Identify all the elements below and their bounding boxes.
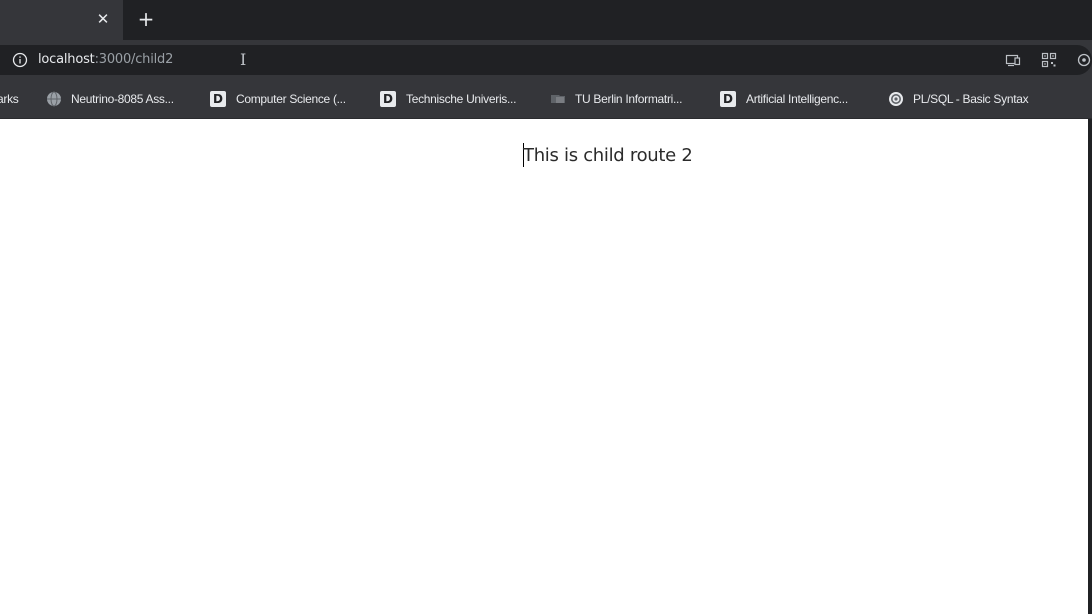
bookmarks-bar: arks Neutrino-8085 Ass... D Computer Sci… xyxy=(0,80,1092,119)
tab-strip: ✕ + xyxy=(0,0,1092,40)
qr-code-icon[interactable] xyxy=(1041,52,1057,68)
d-icon: D xyxy=(210,91,226,107)
globe-icon xyxy=(47,91,61,107)
bookmark-label: TU Berlin Informatri... xyxy=(575,92,683,106)
cast-icon[interactable] xyxy=(1005,52,1021,68)
lens-icon[interactable] xyxy=(1076,52,1092,68)
address-bar[interactable]: localhost:3000/child2 I xyxy=(0,45,1092,75)
new-tab-button[interactable]: + xyxy=(134,7,158,31)
bookmark-label: Neutrino-8085 Ass... xyxy=(71,92,174,106)
page-content: This is child route 2 xyxy=(0,119,1088,614)
bookmark-label: PL/SQL - Basic Syntax xyxy=(913,92,1029,106)
d-icon: D xyxy=(380,91,396,107)
bookmark-item-tu-berlin[interactable]: TU Berlin Informatri... xyxy=(550,88,682,110)
d-icon: D xyxy=(720,91,736,107)
url-host: localhost xyxy=(38,52,95,67)
bookmark-item-plsql[interactable]: PL/SQL - Basic Syntax xyxy=(888,88,1029,110)
bookmark-label: Computer Science (... xyxy=(236,92,346,106)
bookmark-item-computer-science[interactable]: D Computer Science (... xyxy=(210,88,346,110)
url-text[interactable]: localhost:3000/child2 xyxy=(38,51,173,69)
bookmark-item-neutrino[interactable]: Neutrino-8085 Ass... xyxy=(46,88,174,110)
bookmark-item-bookmarks[interactable]: arks xyxy=(0,88,19,110)
browser-toolbar: localhost:3000/child2 I xyxy=(0,40,1092,80)
text-cursor-icon: I xyxy=(240,50,247,69)
bookmark-label: Technische Univeris... xyxy=(406,92,517,106)
active-tab[interactable]: ✕ xyxy=(0,0,123,40)
folder-tab-icon xyxy=(551,95,565,103)
window-edge xyxy=(1088,119,1092,614)
page-message: This is child route 2 xyxy=(523,145,693,166)
bookmark-label: arks xyxy=(0,92,19,106)
bookmark-item-artificial-intelligence[interactable]: D Artificial Intelligenc... xyxy=(720,88,848,110)
url-path: :3000/child2 xyxy=(94,52,174,67)
bookmark-item-technische-universitaet[interactable]: D Technische Univeris... xyxy=(380,88,516,110)
gear-logo-icon xyxy=(889,92,903,106)
bookmark-label: Artificial Intelligenc... xyxy=(746,92,848,106)
close-icon[interactable]: ✕ xyxy=(92,8,114,30)
info-icon[interactable] xyxy=(12,52,28,68)
